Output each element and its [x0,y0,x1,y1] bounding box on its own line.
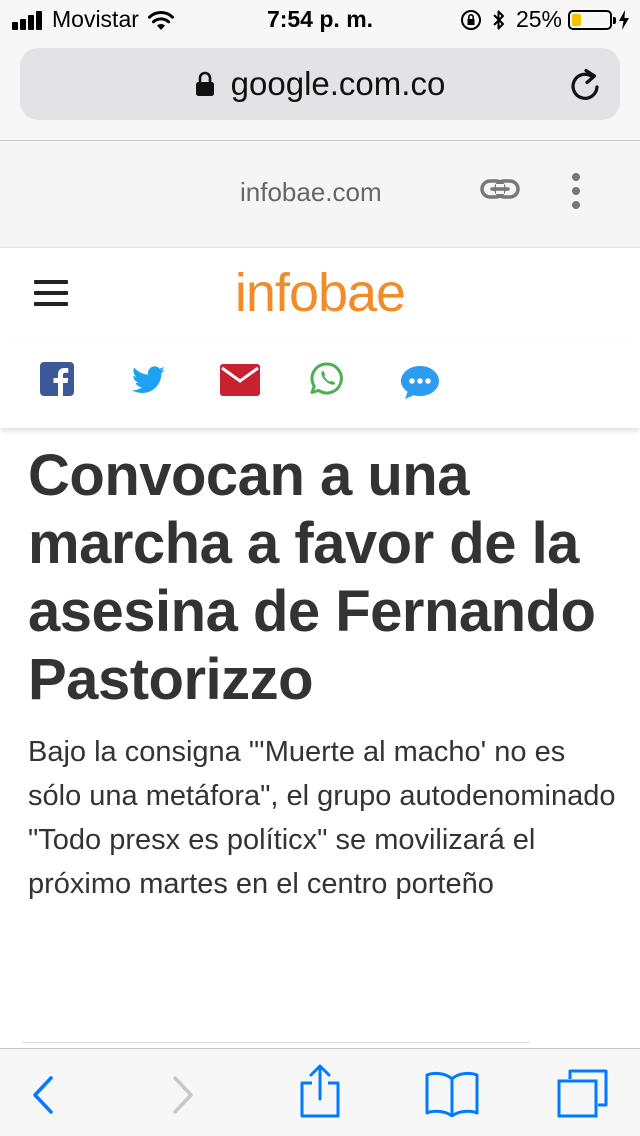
share-bar [0,340,640,428]
twitter-share-button[interactable] [130,366,166,396]
article-summary: Bajo la consigna "'Muerte al macho' no e… [28,736,616,900]
battery-level-fill [572,13,581,26]
site-logo[interactable]: infobae [0,262,640,324]
email-share-button[interactable] [220,364,260,396]
battery-percent: 25% [515,6,562,32]
more-options-icon[interactable] [570,172,582,210]
article-divider [22,1042,530,1043]
facebook-share-button[interactable] [40,362,74,396]
reload-icon[interactable] [570,68,602,102]
orientation-lock-icon [460,9,481,30]
address-bar[interactable]: google.com.co [20,48,620,120]
whatsapp-share-button[interactable] [309,361,345,397]
browser-toolbar [0,1048,640,1136]
link-icon[interactable] [480,178,520,202]
bookmarks-icon[interactable] [424,1069,480,1117]
amp-viewer-header: infobae.com [0,141,640,247]
browser-address-area: google.com.co [0,40,640,141]
back-icon[interactable] [30,1075,56,1115]
site-header: infobae [0,247,640,341]
lock-icon [195,71,214,96]
url-text: google.com.co [230,65,446,102]
status-right: 25% [460,6,630,33]
article: Convocan a una marcha a favor de la ases… [28,442,618,906]
tabs-icon[interactable] [556,1067,610,1119]
address-content: google.com.co [20,48,620,120]
charging-bolt-icon [619,9,629,30]
forward-icon[interactable] [170,1075,196,1115]
safari-page: Movistar 7:54 p. m. 25% google.com.co in… [0,0,640,1136]
battery-icon [568,9,616,30]
amp-source-domain[interactable]: infobae.com [240,177,382,208]
share-icon[interactable] [298,1063,342,1119]
status-bar: Movistar 7:54 p. m. 25% [0,0,640,40]
bluetooth-icon [493,10,504,29]
sms-share-button[interactable] [400,364,440,400]
article-headline: Convocan a una marcha a favor de la ases… [28,443,596,712]
